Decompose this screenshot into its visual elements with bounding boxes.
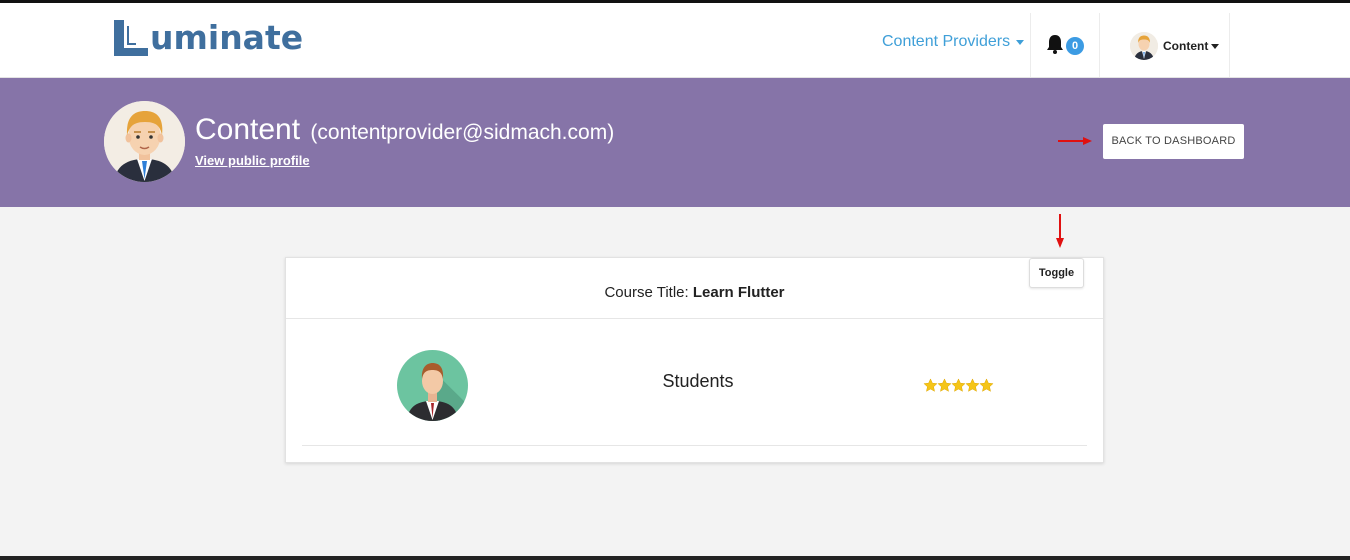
chevron-down-icon <box>1016 39 1025 45</box>
bell-icon[interactable] <box>1046 34 1064 54</box>
chevron-down-icon <box>1211 43 1220 49</box>
course-card-header: Course Title: Learn Flutter Toggle <box>286 258 1103 319</box>
logo-mark-icon <box>114 20 148 56</box>
star-icon <box>951 378 966 392</box>
user-menu-label: Content <box>1163 39 1209 53</box>
notification-count-badge: 0 <box>1066 37 1084 55</box>
course-card: Course Title: Learn Flutter Toggle Stude… <box>285 257 1104 463</box>
star-rating <box>923 378 994 393</box>
content-providers-label: Content Providers <box>882 33 1011 50</box>
luminate-logo[interactable]: uminate <box>112 16 303 60</box>
logo-text: uminate <box>150 18 304 57</box>
profile-email: (contentprovider@sidmach.com) <box>310 121 615 144</box>
window-bottom-edge <box>0 556 1350 560</box>
red-arrow-icon <box>1058 137 1092 145</box>
profile-banner: Content (contentprovider@sidmach.com) Vi… <box>0 78 1350 207</box>
star-icon <box>979 378 994 392</box>
list-item: Students <box>302 320 1087 446</box>
user-avatar <box>1130 32 1158 60</box>
top-navbar: uminate Content Providers 0 Content <box>0 3 1350 78</box>
profile-name: Content <box>195 113 301 146</box>
toggle-button[interactable]: Toggle <box>1029 258 1084 288</box>
star-icon <box>923 378 938 392</box>
red-arrow-icon <box>1056 214 1064 248</box>
user-menu-dropdown[interactable]: Content <box>1130 32 1220 60</box>
course-title-value: Learn Flutter <box>692 284 785 301</box>
view-public-profile-link[interactable]: View public profile <box>195 153 310 168</box>
back-to-dashboard-button[interactable]: BACK TO DASHBOARD <box>1103 124 1244 159</box>
course-title-prefix: Course Title: <box>604 284 689 301</box>
content-providers-dropdown[interactable]: Content Providers <box>882 33 1025 51</box>
star-icon <box>937 378 952 392</box>
star-icon <box>965 378 980 392</box>
nav-divider <box>1229 13 1230 77</box>
student-avatar <box>397 350 468 421</box>
profile-heading: Content (contentprovider@sidmach.com) <box>195 112 614 151</box>
students-label: Students <box>662 371 734 391</box>
course-title: Course Title: Learn Flutter <box>286 284 1103 301</box>
nav-divider <box>1030 13 1031 77</box>
profile-avatar <box>104 101 185 182</box>
nav-divider <box>1099 13 1100 77</box>
